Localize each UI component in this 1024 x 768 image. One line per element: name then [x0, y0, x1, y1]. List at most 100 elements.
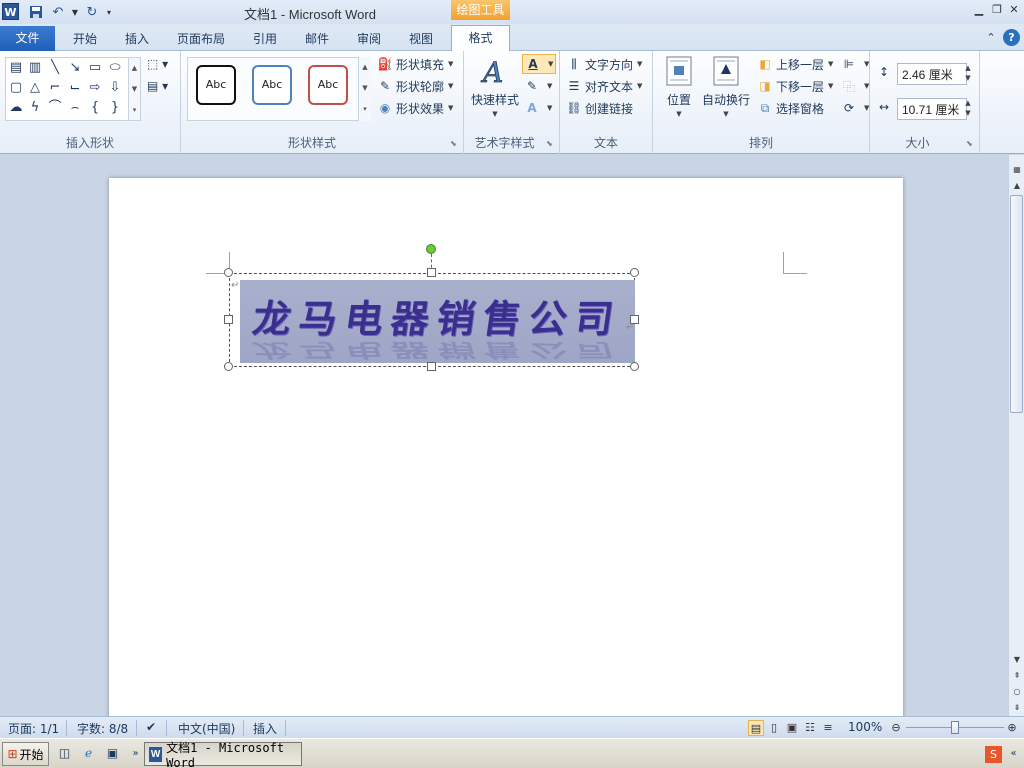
more-icon[interactable]: ▾ [129, 100, 140, 121]
minimize-icon[interactable]: ▁ [972, 3, 986, 17]
shape-styles-scroll[interactable]: ▲ ▼ ▾ [358, 57, 371, 121]
resize-handle-top-right[interactable] [630, 268, 639, 277]
curve-shape-icon[interactable]: ⌒ [46, 99, 64, 117]
language[interactable]: 中文(中国) [178, 720, 235, 737]
show-desktop-icon[interactable]: ◫ [56, 745, 73, 762]
zoom-in-icon[interactable]: ⊕ [1004, 720, 1020, 736]
scroll-thumb[interactable] [1010, 195, 1023, 413]
height-spinner[interactable]: ▲ ▼ [963, 63, 973, 85]
tab-page-layout[interactable]: 页面布局 [168, 29, 234, 49]
tab-insert[interactable]: 插入 [115, 29, 159, 49]
resize-handle-bottom[interactable] [427, 362, 436, 371]
wordart-shape[interactable]: 龙马电器销售公司 龙马电器销售公司 [240, 280, 635, 363]
shape-style-swatch-red[interactable]: Abc [308, 65, 348, 105]
rectangle-shape-icon[interactable]: ▭ [86, 59, 104, 77]
shape-height-input[interactable]: 2.46 厘米 [897, 63, 967, 85]
tray-app-icon[interactable]: S [985, 746, 1002, 763]
shape-outline-button[interactable]: ✎ 形状轮廓 ▼ [377, 76, 453, 96]
shape-width-input[interactable]: 10.71 厘米 [897, 98, 967, 120]
scroll-down-icon[interactable]: ▼ [359, 78, 371, 99]
document-page[interactable]: 龙马电器销售公司 龙马电器销售公司 ↵ ↵ [109, 178, 903, 738]
draft-view-icon[interactable]: ≡ [820, 720, 836, 736]
resize-handle-bottom-left[interactable] [224, 362, 233, 371]
dialog-launcher-icon[interactable]: ⬊ [546, 139, 555, 148]
shapes-gallery[interactable]: ▤ ▥ ╲ ↘ ▭ ⬭ ▢ △ ⌐ ⌙ ⇨ ⇩ ☁ ϟ ⌒ ⌢ { } [5, 57, 133, 121]
triangle-shape-icon[interactable]: △ [26, 79, 44, 97]
resize-handle-top-left[interactable] [224, 268, 233, 277]
print-layout-view-icon[interactable]: ▤ [748, 720, 764, 736]
rotation-handle[interactable] [426, 244, 436, 254]
oval-shape-icon[interactable]: ⬭ [106, 59, 124, 77]
resize-handle-right[interactable] [630, 315, 639, 324]
group-objects-button[interactable]: ⿻ ▼ [841, 76, 869, 96]
tab-file[interactable]: 文件 [0, 26, 55, 51]
tab-view[interactable]: 视图 [399, 29, 443, 49]
right-arrow-shape-icon[interactable]: ⇨ [86, 79, 104, 97]
resize-handle-left[interactable] [224, 315, 233, 324]
wordart-selection-frame[interactable]: 龙马电器销售公司 龙马电器销售公司 ↵ ↵ [229, 273, 635, 367]
word-count[interactable]: 字数: 8/8 [77, 720, 128, 737]
full-screen-reading-icon[interactable]: ▯ [766, 720, 782, 736]
arrow-line-shape-icon[interactable]: ↘ [66, 59, 84, 77]
web-layout-icon[interactable]: ▣ [784, 720, 800, 736]
tab-home[interactable]: 开始 [62, 29, 108, 49]
wrap-text-button[interactable]: 自动换行 ▼ [701, 55, 751, 118]
tab-format[interactable]: 格式 [451, 25, 510, 52]
cloud-shape-icon[interactable]: ☁ [7, 99, 25, 117]
wordart-text[interactable]: 龙马电器销售公司 [236, 288, 639, 343]
outline-view-icon[interactable]: ☷ [802, 720, 818, 736]
selection-pane-button[interactable]: ⧉ 选择窗格 [757, 98, 824, 118]
dialog-launcher-icon[interactable]: ⬊ [450, 139, 459, 148]
align-button[interactable]: ⊫ ▼ [841, 54, 870, 74]
align-text-button[interactable]: ☰ 对齐文本 ▼ [566, 76, 643, 96]
send-backward-button[interactable]: ◨ 下移一层 ▼ [757, 76, 833, 96]
vertical-scrollbar[interactable]: ▦ ▲ ▼ ⇞ ○ ⇟ [1008, 155, 1024, 716]
zoom-out-icon[interactable]: ⊖ [888, 720, 904, 736]
draw-textbox-button[interactable]: ▤ ▾ [147, 79, 181, 97]
quicklaunch-more-icon[interactable]: » [127, 745, 144, 762]
line-shape-icon[interactable]: ╲ [46, 59, 64, 77]
text-effects-button[interactable]: A ▼ [524, 98, 552, 118]
start-button[interactable]: ⊞ 开始 [2, 742, 49, 766]
internet-explorer-icon[interactable]: ℯ [80, 745, 97, 762]
quicklaunch-icon[interactable]: ▣ [104, 745, 121, 762]
create-link-button[interactable]: ⛓ 创建链接 [566, 98, 633, 118]
resize-handle-top[interactable] [427, 268, 436, 277]
tab-review[interactable]: 审阅 [347, 29, 391, 49]
scroll-down-icon[interactable]: ▼ [1010, 653, 1024, 667]
shapes-gallery-scroll[interactable]: ▲ ▼ ▾ [128, 57, 141, 121]
minimize-ribbon-icon[interactable]: ⌃ [984, 31, 998, 45]
scroll-up-icon[interactable]: ▲ [359, 57, 371, 78]
more-icon[interactable]: ▾ [359, 99, 371, 120]
insert-mode[interactable]: 插入 [253, 720, 277, 737]
quick-styles-button[interactable]: A 快速样式 ▼ [469, 55, 521, 118]
lightning-shape-icon[interactable]: ϟ [26, 99, 44, 117]
dialog-launcher-icon[interactable]: ⬊ [966, 139, 975, 148]
right-brace-shape-icon[interactable]: } [106, 99, 124, 117]
rotate-button[interactable]: ⟳ ▼ [841, 98, 869, 118]
elbow-connector-shape-icon[interactable]: ⌐ [46, 79, 64, 97]
edit-shape-button[interactable]: ⬚ ▾ [147, 57, 181, 75]
restore-icon[interactable]: ❐ [990, 3, 1004, 17]
width-spinner[interactable]: ▲ ▼ [963, 98, 973, 120]
zoom-slider-thumb[interactable] [951, 721, 959, 734]
browse-object-icon[interactable]: ○ [1010, 685, 1024, 699]
close-icon[interactable]: ✕ [1007, 3, 1021, 17]
vertical-textbox-shape-icon[interactable]: ▥ [26, 59, 44, 77]
shape-fill-button[interactable]: ⛽ 形状填充 ▼ [377, 54, 454, 74]
ruler-toggle-icon[interactable]: ▦ [1010, 163, 1024, 177]
resize-handle-bottom-right[interactable] [630, 362, 639, 371]
document-area[interactable]: 龙马电器销售公司 龙马电器销售公司 ↵ ↵ [0, 155, 1008, 738]
down-arrow-shape-icon[interactable]: ⇩ [106, 79, 124, 97]
proofing-icon[interactable]: ✔ [146, 720, 156, 734]
textbox-shape-icon[interactable]: ▤ [7, 59, 25, 77]
text-fill-button[interactable]: A ▼ [522, 54, 557, 74]
text-direction-button[interactable]: ⫼ 文字方向 ▼ [566, 54, 642, 74]
taskbar-word-window[interactable]: W 文档1 - Microsoft Word [144, 741, 302, 768]
scroll-up-icon[interactable]: ▲ [1010, 179, 1024, 193]
shape-style-swatch-blue[interactable]: Abc [252, 65, 292, 105]
elbow-arrow-shape-icon[interactable]: ⌙ [66, 79, 84, 97]
shape-effects-button[interactable]: ◉ 形状效果 ▼ [377, 98, 454, 118]
help-icon[interactable]: ? [1003, 29, 1020, 46]
tab-mailings[interactable]: 邮件 [295, 29, 339, 49]
